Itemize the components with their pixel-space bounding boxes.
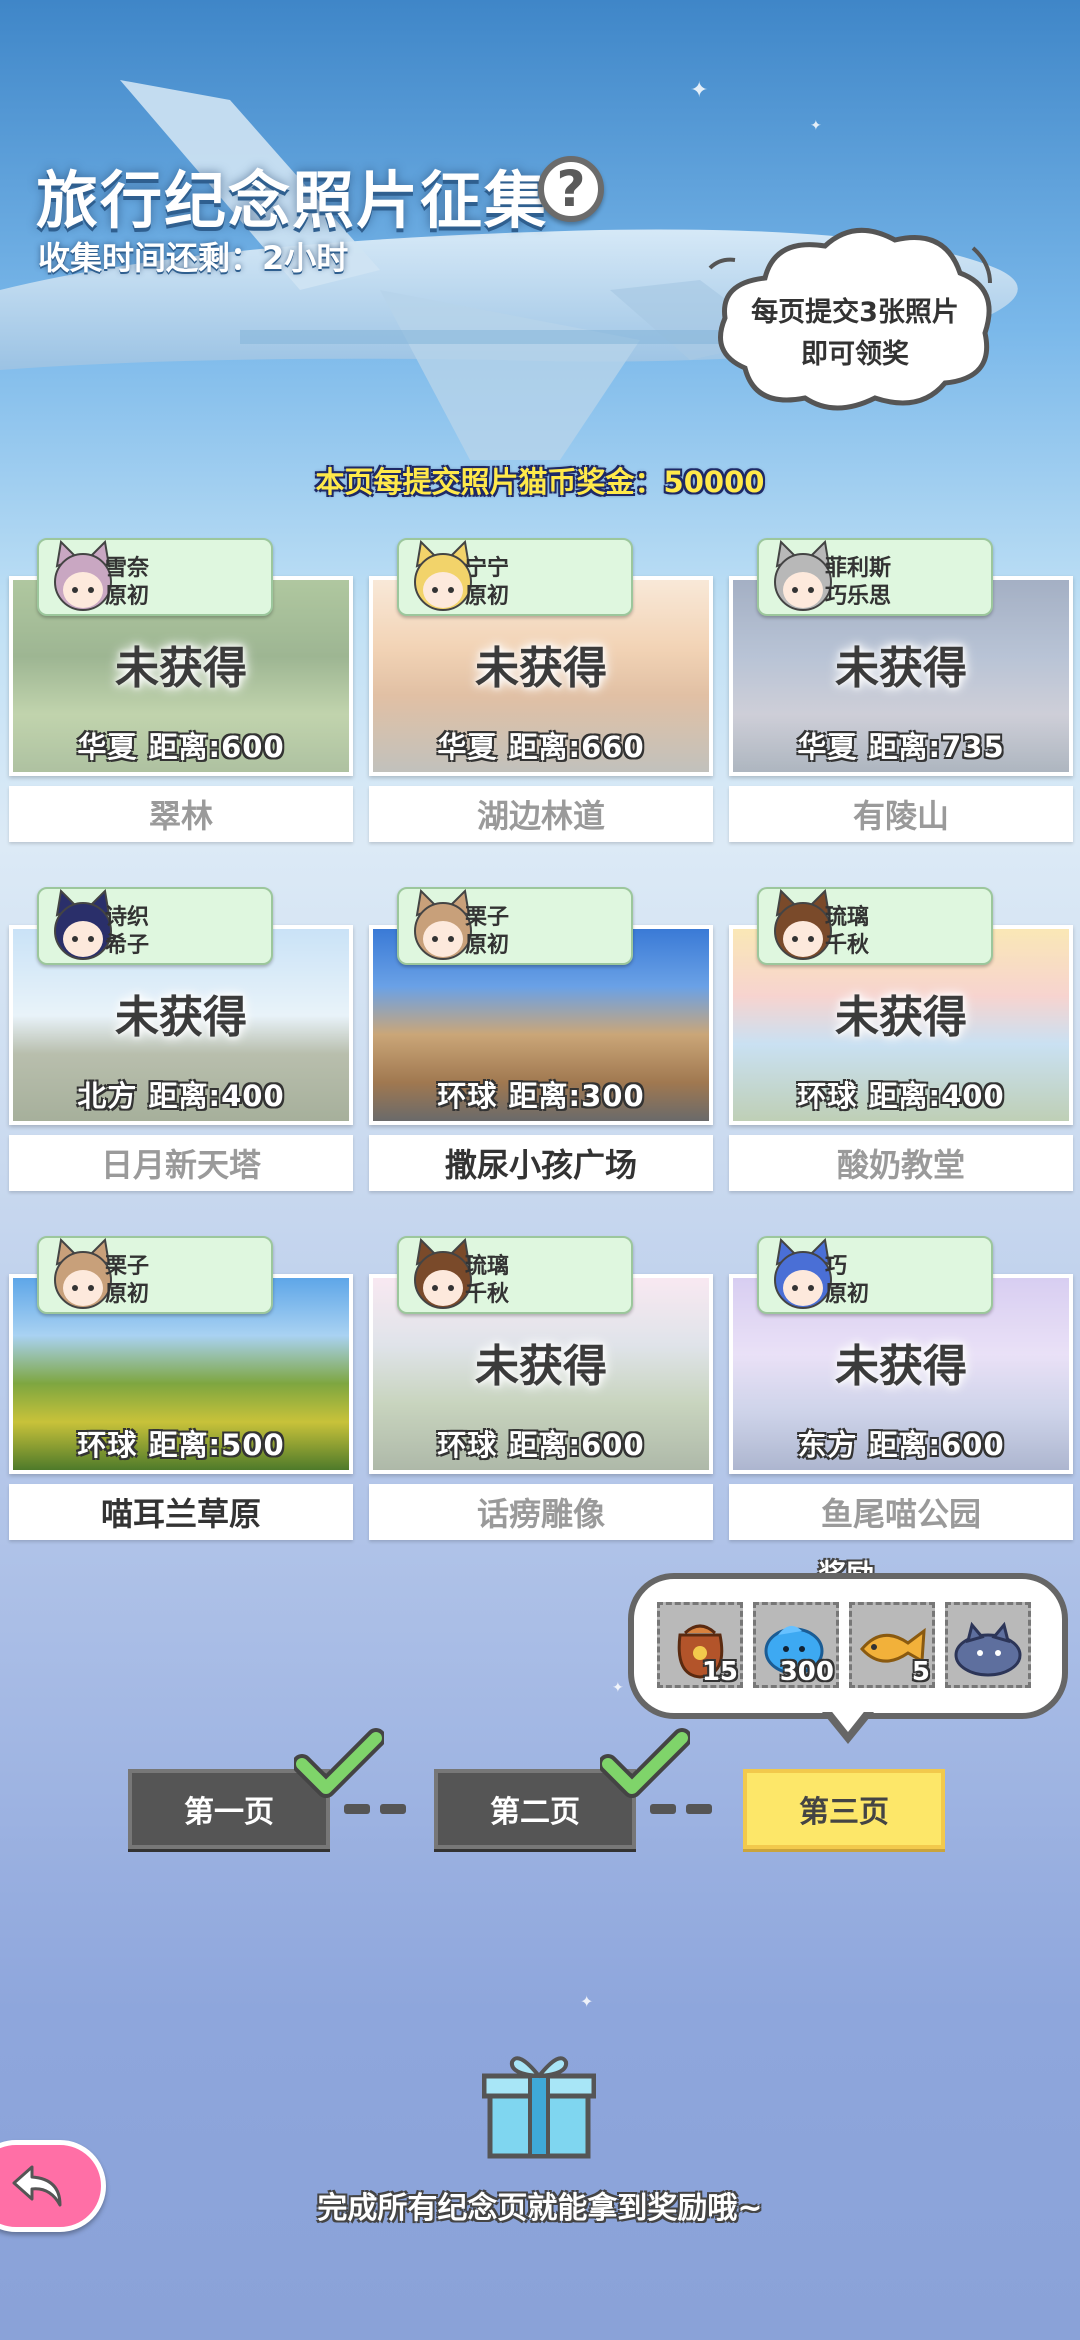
reward-qty: 300 bbox=[779, 1657, 834, 1687]
photo-card[interactable]: 未获得东方 距离:600 鱼尾喵公园 巧原初 bbox=[729, 1236, 1073, 1546]
hint-line-1: 每页提交3张照片 bbox=[751, 297, 959, 328]
distance-label: 环球 距离:300 bbox=[373, 1073, 709, 1115]
reward-slot[interactable]: 300 bbox=[753, 1602, 839, 1688]
distance-value: 距离:600 bbox=[868, 1428, 1005, 1462]
reward-panel-pointer-fill bbox=[829, 1708, 867, 1732]
gift-box-icon[interactable] bbox=[482, 2048, 596, 2160]
cat-tag: 诗织 希子 bbox=[37, 887, 273, 965]
distance-value: 距离:300 bbox=[508, 1079, 645, 1113]
photo-card[interactable]: 未获得环球 距离:600 话痨雕像 琉璃 千秋 bbox=[369, 1236, 713, 1546]
region-label: 环球 bbox=[797, 1079, 858, 1113]
cat-tag: 琉璃 千秋 bbox=[397, 1236, 633, 1314]
footer-hint: 完成所有纪念页就能拿到奖励哦~ bbox=[317, 2191, 763, 2226]
sparkle-decoration: ✦ bbox=[612, 1680, 624, 1696]
cat-tag: 雪奈 原初 bbox=[37, 538, 273, 616]
cat-tag: 栗子 原初 bbox=[397, 887, 633, 965]
distance-value: 距离:600 bbox=[148, 730, 285, 764]
status-label: 未获得 bbox=[835, 643, 967, 694]
page-connector bbox=[344, 1804, 370, 1814]
cat-tag: 琉璃 千秋 bbox=[757, 887, 993, 965]
region-label: 华夏 bbox=[797, 730, 858, 764]
page-complete-check-icon bbox=[600, 1728, 690, 1798]
distance-value: 距离:400 bbox=[868, 1079, 1005, 1113]
status-label: 未获得 bbox=[835, 992, 967, 1043]
cat-subname: 千秋 bbox=[465, 1282, 510, 1307]
region-label: 环球 bbox=[437, 1079, 498, 1113]
location-name: 鱼尾喵公园 bbox=[729, 1484, 1073, 1540]
photo-card[interactable]: 未获得北方 距离:400 日月新天塔 诗织 希子 bbox=[9, 887, 353, 1197]
reward-qty: 15 bbox=[701, 1657, 738, 1687]
cat-cushion-icon bbox=[954, 1621, 1022, 1677]
cat-tag: 菲利斯 巧乐思 bbox=[757, 538, 993, 616]
back-button[interactable] bbox=[0, 2140, 106, 2232]
cat-subname: 原初 bbox=[825, 1282, 870, 1307]
reward-slot[interactable] bbox=[945, 1602, 1031, 1688]
status-label: 未获得 bbox=[475, 1341, 607, 1392]
photo-card[interactable]: 环球 距离:500 喵耳兰草原 栗子 原初 bbox=[9, 1236, 353, 1546]
location-name: 撒尿小孩广场 bbox=[369, 1135, 713, 1191]
photo-card[interactable]: 环球 距离:300 撒尿小孩广场 栗子 原初 bbox=[369, 887, 713, 1197]
status-label: 未获得 bbox=[475, 643, 607, 694]
page-bonus-text: 本页每提交照片猫币奖金：50000 bbox=[315, 465, 765, 499]
page-three-button[interactable]: 第三页 bbox=[743, 1769, 945, 1849]
distance-value: 距离:400 bbox=[148, 1079, 285, 1113]
location-name: 湖边林道 bbox=[369, 786, 713, 842]
cat-subname: 希子 bbox=[105, 933, 150, 958]
distance-label: 华夏 距离:660 bbox=[373, 724, 709, 766]
cat-subname: 原初 bbox=[465, 584, 510, 609]
location-name: 日月新天塔 bbox=[9, 1135, 353, 1191]
cat-subname: 原初 bbox=[105, 584, 150, 609]
distance-label: 北方 距离:400 bbox=[13, 1073, 349, 1115]
distance-label: 环球 距离:500 bbox=[13, 1422, 349, 1464]
sparkle-decoration: ✦ bbox=[580, 1992, 594, 2011]
cat-tag: 栗子 原初 bbox=[37, 1236, 273, 1314]
photo-card[interactable]: 未获得环球 距离:400 酸奶教堂 琉璃 千秋 bbox=[729, 887, 1073, 1197]
distance-value: 距离:735 bbox=[868, 730, 1005, 764]
distance-value: 距离:600 bbox=[508, 1428, 645, 1462]
distance-value: 距离:660 bbox=[508, 730, 645, 764]
reward-slot[interactable]: 15 bbox=[657, 1602, 743, 1688]
location-name: 酸奶教堂 bbox=[729, 1135, 1073, 1191]
location-name: 话痨雕像 bbox=[369, 1484, 713, 1540]
distance-label: 环球 距离:600 bbox=[373, 1422, 709, 1464]
photo-card[interactable]: 未获得华夏 距离:660 湖边林道 宁宁 原初 bbox=[369, 538, 713, 848]
status-label: 未获得 bbox=[835, 1341, 967, 1392]
page-complete-check-icon bbox=[294, 1728, 384, 1798]
status-label: 未获得 bbox=[115, 992, 247, 1043]
page-connector bbox=[650, 1804, 676, 1814]
cat-subname: 原初 bbox=[105, 1282, 150, 1307]
cat-tag: 宁宁 原初 bbox=[397, 538, 633, 616]
region-label: 环球 bbox=[437, 1428, 498, 1462]
back-arrow-icon bbox=[12, 2165, 62, 2207]
distance-value: 距离:500 bbox=[148, 1428, 285, 1462]
cat-subname: 千秋 bbox=[825, 933, 870, 958]
hint-text: 每页提交3张照片 即可领奖 bbox=[705, 292, 1005, 376]
distance-label: 东方 距离:600 bbox=[733, 1422, 1069, 1464]
reward-qty: 5 bbox=[911, 1657, 930, 1687]
region-label: 华夏 bbox=[437, 730, 498, 764]
collection-timer: 收集时间还剩：2小时 bbox=[38, 239, 349, 277]
distance-label: 环球 距离:400 bbox=[733, 1073, 1069, 1115]
cat-tag: 巧原初 bbox=[757, 1236, 993, 1314]
region-label: 华夏 bbox=[77, 730, 138, 764]
cat-subname: 原初 bbox=[465, 933, 510, 958]
photo-card[interactable]: 未获得华夏 距离:600 翠林 雪奈 原初 bbox=[9, 538, 353, 848]
photo-card[interactable]: 未获得华夏 距离:735 有陵山 菲利斯 巧乐思 bbox=[729, 538, 1073, 848]
reward-slot[interactable]: 5 bbox=[849, 1602, 935, 1688]
cat-subname: 巧乐思 bbox=[825, 584, 892, 609]
hint-line-2: 即可领奖 bbox=[801, 339, 909, 370]
location-name: 喵耳兰草原 bbox=[9, 1484, 353, 1540]
distance-label: 华夏 距离:600 bbox=[13, 724, 349, 766]
region-label: 北方 bbox=[77, 1079, 138, 1113]
location-name: 有陵山 bbox=[729, 786, 1073, 842]
region-label: 东方 bbox=[797, 1428, 858, 1462]
region-label: 环球 bbox=[77, 1428, 138, 1462]
page-title: 旅行纪念照片征集 bbox=[36, 164, 549, 237]
help-button[interactable]: ? bbox=[538, 156, 604, 222]
distance-label: 华夏 距离:735 bbox=[733, 724, 1069, 766]
page-connector bbox=[686, 1804, 712, 1814]
location-name: 翠林 bbox=[9, 786, 353, 842]
status-label: 未获得 bbox=[115, 643, 247, 694]
page-connector bbox=[380, 1804, 406, 1814]
